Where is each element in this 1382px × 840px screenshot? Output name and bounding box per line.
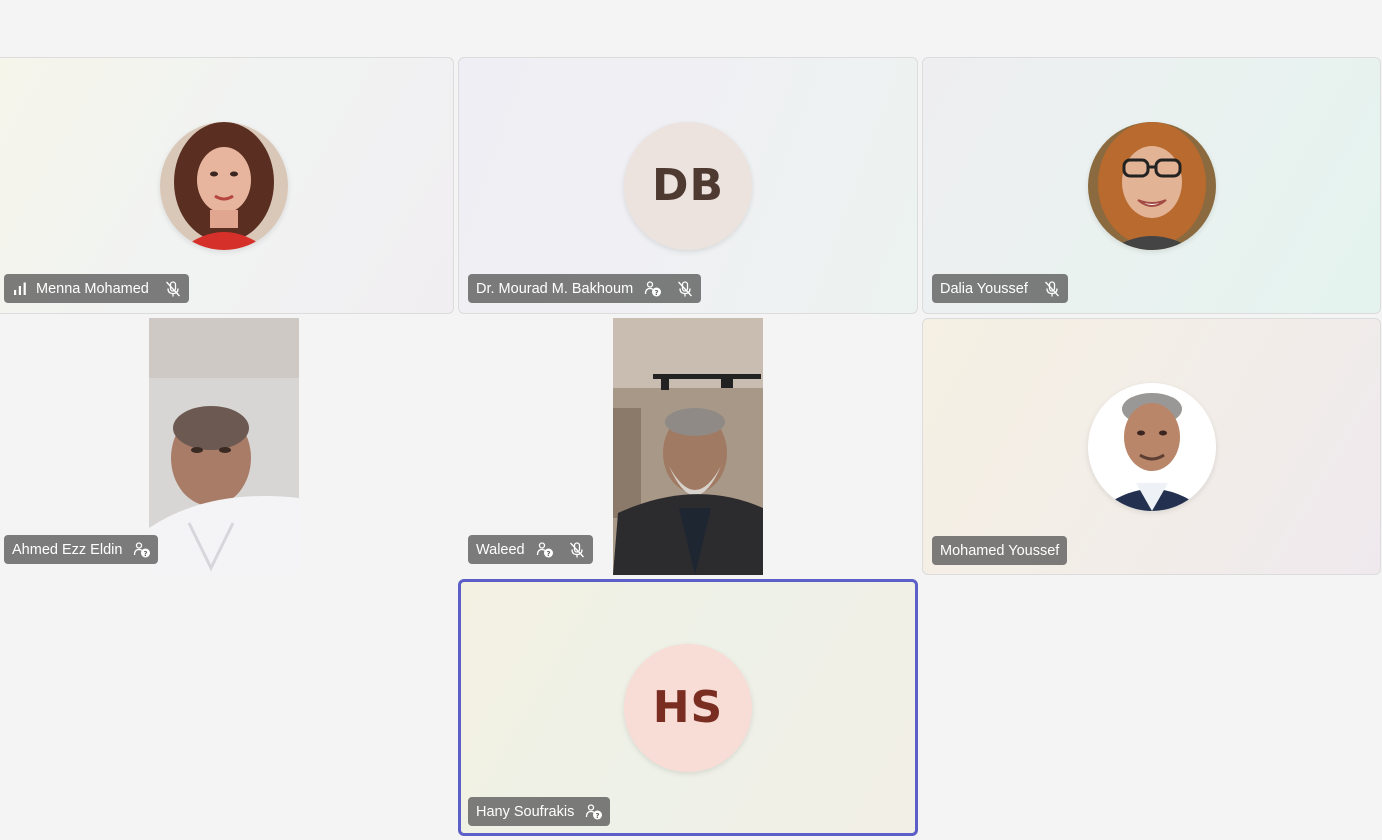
avatar-initials: DB (651, 160, 725, 211)
participant-tile-ahmed-ezz-eldin[interactable]: Ahmed Ezz Eldin ? (0, 318, 454, 575)
person-question-icon: ? (133, 541, 151, 559)
video-frame-image (149, 318, 299, 575)
name-label: Dalia Youssef (932, 274, 1068, 303)
participant-photo-avatar (1087, 121, 1216, 250)
svg-text:?: ? (655, 288, 659, 296)
svg-text:?: ? (144, 549, 148, 557)
participant-video (149, 318, 299, 575)
initials-avatar: DB (624, 121, 752, 250)
mic-off-icon (676, 280, 694, 298)
name-label: Menna Mohamed (4, 274, 189, 303)
signal-bars-icon[interactable] (11, 280, 29, 298)
participant-name: Dalia Youssef (940, 280, 1028, 297)
name-label: Waleed ? (468, 535, 593, 564)
participant-video (613, 318, 763, 575)
name-label: Hany Soufrakis ? (468, 797, 611, 826)
participant-tile-waleed[interactable]: Waleed ? (458, 318, 918, 575)
svg-text:?: ? (596, 811, 600, 819)
avatar-initials: HS (652, 682, 724, 733)
name-label: Dr. Mourad M. Bakhoum ? (468, 274, 702, 303)
mic-off-icon (568, 541, 586, 559)
participant-name: Ahmed Ezz Eldin (12, 541, 123, 558)
participant-tile-mourad-bakhoum[interactable]: DB Dr. Mourad M. Bakhoum ? (458, 57, 918, 314)
participant-photo-avatar (1087, 382, 1216, 511)
participant-name: Menna Mohamed (36, 280, 149, 297)
person-question-icon: ? (536, 541, 554, 559)
portrait-image (160, 121, 288, 250)
portrait-image (1087, 382, 1216, 511)
person-question-icon: ? (585, 803, 603, 821)
mic-off-icon (164, 280, 182, 298)
participant-tile-dalia-youssef[interactable]: Dalia Youssef (922, 57, 1381, 314)
participant-name: Waleed (476, 541, 525, 558)
participant-name: Dr. Mourad M. Bakhoum (476, 280, 634, 297)
mic-off-icon (1043, 280, 1061, 298)
person-question-icon: ? (644, 280, 662, 298)
participant-tile-menna-mohamed[interactable]: Menna Mohamed (0, 57, 454, 314)
participant-name: Hany Soufrakis (476, 803, 575, 820)
participant-tile-mohamed-youssef[interactable]: Mohamed Youssef (922, 318, 1381, 575)
participant-photo-avatar (160, 121, 288, 250)
meeting-stage: Menna Mohamed DB Dr. Mourad M. Bakhoum ? (0, 0, 1382, 840)
svg-text:?: ? (546, 549, 550, 557)
participant-tile-hany-soufrakis[interactable]: HS Hany Soufrakis ? (458, 579, 918, 836)
participant-name: Mohamed Youssef (940, 542, 1060, 559)
name-label: Ahmed Ezz Eldin ? (4, 535, 159, 564)
video-frame-image (613, 318, 763, 575)
portrait-image (1087, 121, 1216, 250)
initials-avatar: HS (624, 643, 752, 772)
name-label: Mohamed Youssef (932, 536, 1068, 565)
